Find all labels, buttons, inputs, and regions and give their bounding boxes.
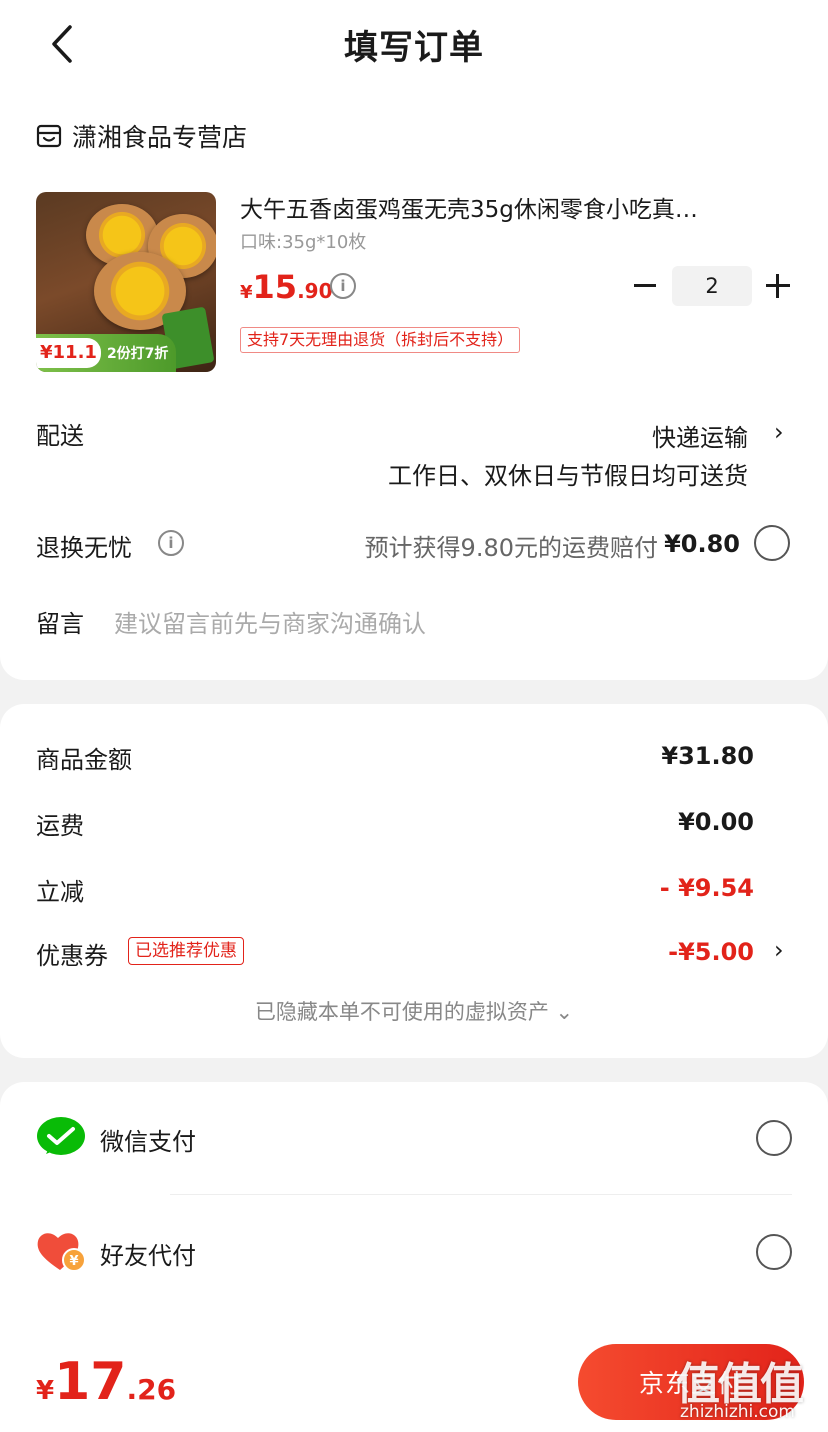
total-int: 17 [54,1352,127,1412]
watermark-url: zhizhizhi.com [680,1402,795,1422]
message-input[interactable]: 建议留言前先与商家沟通确认 [114,604,426,639]
decrease-quantity-button[interactable] [634,284,656,287]
price-info-icon[interactable]: i [330,273,356,299]
promo-discount: 2份打7折 [106,346,169,362]
page-title: 填写订单 [344,28,484,68]
price-dec: .90 [297,279,333,303]
price-symbol: ¥ [240,282,253,303]
increase-quantity-button[interactable] [766,274,790,298]
promo-badge: ¥11.1 2份打7折 [36,334,176,372]
return-policy-tag: 支持7天无理由退货（拆封后不支持） [240,327,521,353]
friend-pay-label[interactable]: 好友代付 [100,1236,196,1271]
price-int: 15 [252,268,298,306]
divider [170,1194,792,1195]
product-spec: 口味:35g*10枚 [240,232,367,253]
message-label: 留言 [36,610,84,638]
wechat-pay-label[interactable]: 微信支付 [100,1122,196,1157]
chevron-right-icon[interactable]: › [774,936,784,964]
goods-amount-value: ¥31.80 [661,742,754,770]
store-header[interactable]: 潇湘食品专营店 [36,118,247,154]
total-symbol: ¥ [36,1376,55,1406]
delivery-label: 配送 [36,422,84,450]
product-price: ¥ 15 .90 [240,268,333,306]
discount-value: - ¥9.54 [659,874,754,902]
coupon-label: 优惠券 [36,942,108,970]
delivery-note: 工作日、双休日与节假日均可送货 [388,462,748,490]
worry-free-label: 退换无忧 [36,534,132,562]
promo-price: ¥11.1 [36,338,101,368]
product-title[interactable]: 大午五香卤蛋鸡蛋无壳35g休闲零食小吃真… [240,190,780,224]
top-bar: 填写订单 [0,0,828,88]
svg-text:¥: ¥ [69,1254,78,1269]
coupon-tag: 已选推荐优惠 [128,937,244,965]
order-item-card [0,88,828,680]
worry-free-info-icon[interactable]: i [158,530,184,556]
coupon-value[interactable]: -¥5.00 [668,938,754,966]
total-price: ¥ 17 .26 [36,1352,176,1412]
wechat-pay-radio[interactable] [756,1120,792,1156]
friend-pay-radio[interactable] [756,1234,792,1270]
wechat-pay-icon [36,1116,86,1164]
store-name: 潇湘食品专营店 [72,123,248,152]
friend-pay-icon: ¥ [36,1230,86,1278]
quantity-input[interactable]: 2 [672,266,752,306]
discount-label: 立减 [36,878,84,906]
total-dec: .26 [126,1373,177,1406]
shipping-value: ¥0.00 [678,808,754,836]
worry-free-desc: 预计获得9.80元的运费赔付 [364,534,658,562]
hidden-assets-toggle[interactable]: 已隐藏本单不可使用的虚拟资产 ⌄ [0,996,828,1026]
worry-free-radio[interactable] [754,525,790,561]
shipping-label: 运费 [36,812,84,840]
chevron-right-icon[interactable]: › [774,418,784,446]
goods-amount-label: 商品金额 [36,746,132,774]
worry-free-price: ¥0.80 [664,530,740,558]
delivery-method[interactable]: 快递运输 [652,418,748,453]
product-image[interactable]: ¥11.1 2份打7折 [36,192,216,372]
store-icon [36,124,62,148]
